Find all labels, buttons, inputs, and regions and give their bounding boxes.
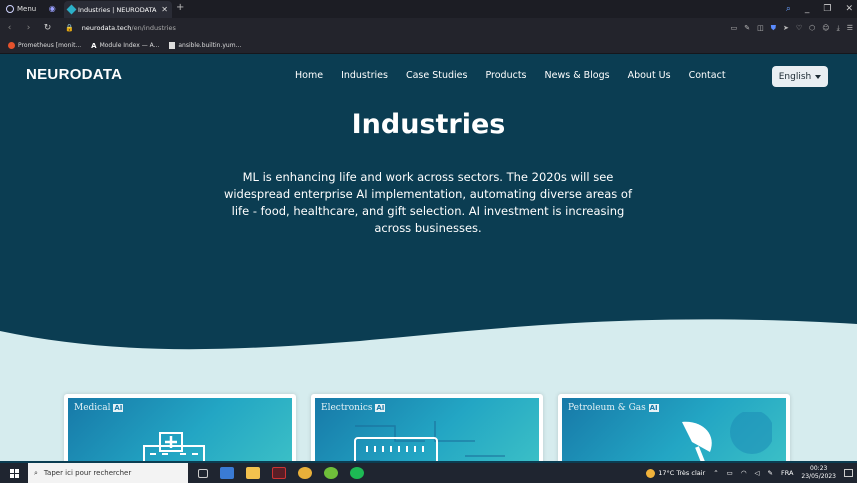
nav-about-us[interactable]: About Us (628, 70, 671, 81)
hero-description: ML is enhancing life and work across sec… (223, 170, 633, 235)
address-bar: ‹ › ↻ 🔒 neurodata.tech/en/industries ▭ ✎… (0, 18, 857, 38)
weather-icon (646, 468, 656, 478)
task-view-icon[interactable] (198, 468, 208, 478)
edit-icon[interactable]: ✎ (744, 24, 750, 32)
page-icon (169, 42, 176, 49)
cube-icon[interactable]: ⬡ (809, 24, 815, 32)
battery-icon[interactable]: ▭ (727, 469, 733, 477)
bookmark-label: Prometheus [monit... (18, 42, 82, 49)
back-icon[interactable]: ‹ (0, 23, 19, 33)
search-icon[interactable]: ⌕ (786, 4, 791, 14)
spotify-icon[interactable] (350, 467, 364, 479)
taskbar-apps (198, 467, 364, 479)
nav-industries[interactable]: Industries (341, 70, 388, 81)
caret-down-icon (815, 74, 822, 79)
bookmark-ansible-yum[interactable]: ansible.builtin.yum... (169, 42, 241, 49)
chrome-icon[interactable] (298, 467, 312, 479)
ansible-icon: A (91, 41, 97, 50)
vpn-shield-icon[interactable]: ⛊ (771, 24, 776, 33)
hospital-icon (143, 432, 205, 461)
pen-icon[interactable]: ✎ (768, 469, 773, 477)
opera-icon[interactable] (272, 467, 286, 479)
industry-card-electronics[interactable]: Electronics AI (311, 394, 543, 461)
input-language[interactable]: FRA (781, 469, 793, 477)
search-placeholder: Taper ici pour rechercher (43, 469, 132, 477)
industry-card-medical[interactable]: Medical AI (64, 394, 296, 461)
bookmark-label: Module Index — A... (99, 42, 160, 49)
prometheus-icon (8, 42, 15, 49)
opera-icon (6, 5, 14, 13)
clock-date: 23/05/2023 (801, 473, 836, 480)
chevron-up-icon[interactable]: ⌃ (713, 469, 718, 477)
wifi-icon[interactable]: ◠ (741, 469, 747, 477)
tab-title: Industries | NEURODATA - S (78, 5, 157, 14)
site-favicon-icon (66, 4, 77, 15)
web-page: NEURODATA Home Industries Case Studies P… (0, 56, 857, 461)
bookmark-prometheus[interactable]: Prometheus [monit... (8, 42, 81, 49)
bookmark-label: ansible.builtin.yum... (178, 42, 242, 49)
card-image: Petroleum & Gas AI (562, 398, 786, 461)
volume-icon[interactable]: ◁ (755, 469, 760, 477)
nav-contact[interactable]: Contact (689, 70, 726, 81)
language-label: English (778, 71, 812, 82)
easy-setup-icon[interactable]: ☰ (847, 24, 853, 32)
main-nav: Home Industries Case Studies Products Ne… (295, 70, 726, 81)
browser-tab-bar: Menu ◉ Industries | NEURODATA - S ✕ + ⌕ … (0, 0, 857, 18)
circuit-board-icon (350, 421, 505, 461)
lock-icon[interactable]: 🔒 (65, 24, 74, 32)
windows-icon (9, 468, 19, 478)
reload-icon[interactable]: ↻ (38, 23, 57, 33)
window-controls: ⌕ _ ❐ ✕ (786, 0, 853, 18)
industry-card-petroleum-gas[interactable]: Petroleum & Gas AI (558, 394, 790, 461)
send-icon[interactable]: ➤ (783, 24, 789, 32)
bookmark-module-index[interactable]: A Module Index — A... (91, 42, 159, 50)
bookmarks-bar: Prometheus [monit... A Module Index — A.… (0, 38, 857, 54)
reader-icon[interactable]: ▭ (731, 24, 738, 32)
close-window-icon[interactable]: ✕ (845, 4, 853, 14)
weather-widget[interactable]: 17°C Très clair (646, 468, 706, 478)
card-label: Medical AI (74, 403, 124, 413)
language-dropdown[interactable]: English (772, 66, 828, 87)
gaming-icon[interactable]: ◉ (46, 4, 58, 14)
close-tab-icon[interactable]: ✕ (161, 5, 168, 14)
card-label: Petroleum & Gas AI (568, 403, 659, 413)
system-tray: 17°C Très clair ⌃ ▭ ◠ ◁ ✎ FRA 00:23 23/0… (646, 463, 857, 483)
card-image: Medical AI (68, 398, 292, 461)
heart-icon[interactable]: ♡ (796, 24, 802, 32)
site-navbar: NEURODATA Home Industries Case Studies P… (0, 56, 857, 96)
card-image: Electronics AI (315, 398, 539, 461)
active-tab[interactable]: Industries | NEURODATA - S ✕ (64, 1, 172, 18)
restore-icon[interactable]: ❐ (823, 4, 831, 14)
file-explorer-icon[interactable] (246, 467, 260, 479)
nav-home[interactable]: Home (295, 70, 323, 81)
url-field[interactable]: neurodata.tech/en/industries (82, 24, 176, 32)
site-logo[interactable]: NEURODATA (26, 66, 122, 83)
notifications-icon[interactable] (844, 469, 853, 477)
weather-text: 17°C Très clair (658, 469, 706, 477)
windows-taskbar: ⌕ Taper ici pour rechercher 17°C Très cl… (0, 463, 857, 483)
clock-time: 00:23 (810, 465, 828, 472)
nav-case-studies[interactable]: Case Studies (406, 70, 468, 81)
camera-icon[interactable]: ◫ (757, 24, 764, 32)
page-title: Industries (351, 109, 506, 140)
search-icon: ⌕ (34, 468, 38, 477)
new-tab-icon[interactable]: + (176, 2, 184, 13)
start-button[interactable] (0, 468, 28, 478)
download-icon[interactable]: ⤓ (837, 24, 840, 33)
minimize-icon[interactable]: _ (805, 4, 810, 14)
upwork-icon[interactable] (324, 467, 338, 479)
forward-icon[interactable]: › (19, 23, 38, 33)
nav-products[interactable]: Products (485, 70, 526, 81)
taskbar-search[interactable]: ⌕ Taper ici pour rechercher (28, 463, 188, 483)
browser-menu-button[interactable]: Menu (0, 0, 42, 18)
store-icon[interactable] (220, 467, 234, 479)
card-label: Electronics AI (321, 403, 386, 413)
extensions-toolbar: ▭ ✎ ◫ ⛊ ➤ ♡ ⬡ ☺ ⤓ ☰ (731, 18, 857, 38)
menu-label: Menu (17, 5, 37, 13)
nav-news-blogs[interactable]: News & Blogs (545, 70, 610, 81)
clock[interactable]: 00:23 23/05/2023 (801, 465, 836, 481)
oil-pump-icon (682, 412, 772, 461)
profile-icon[interactable]: ☺ (822, 24, 829, 32)
